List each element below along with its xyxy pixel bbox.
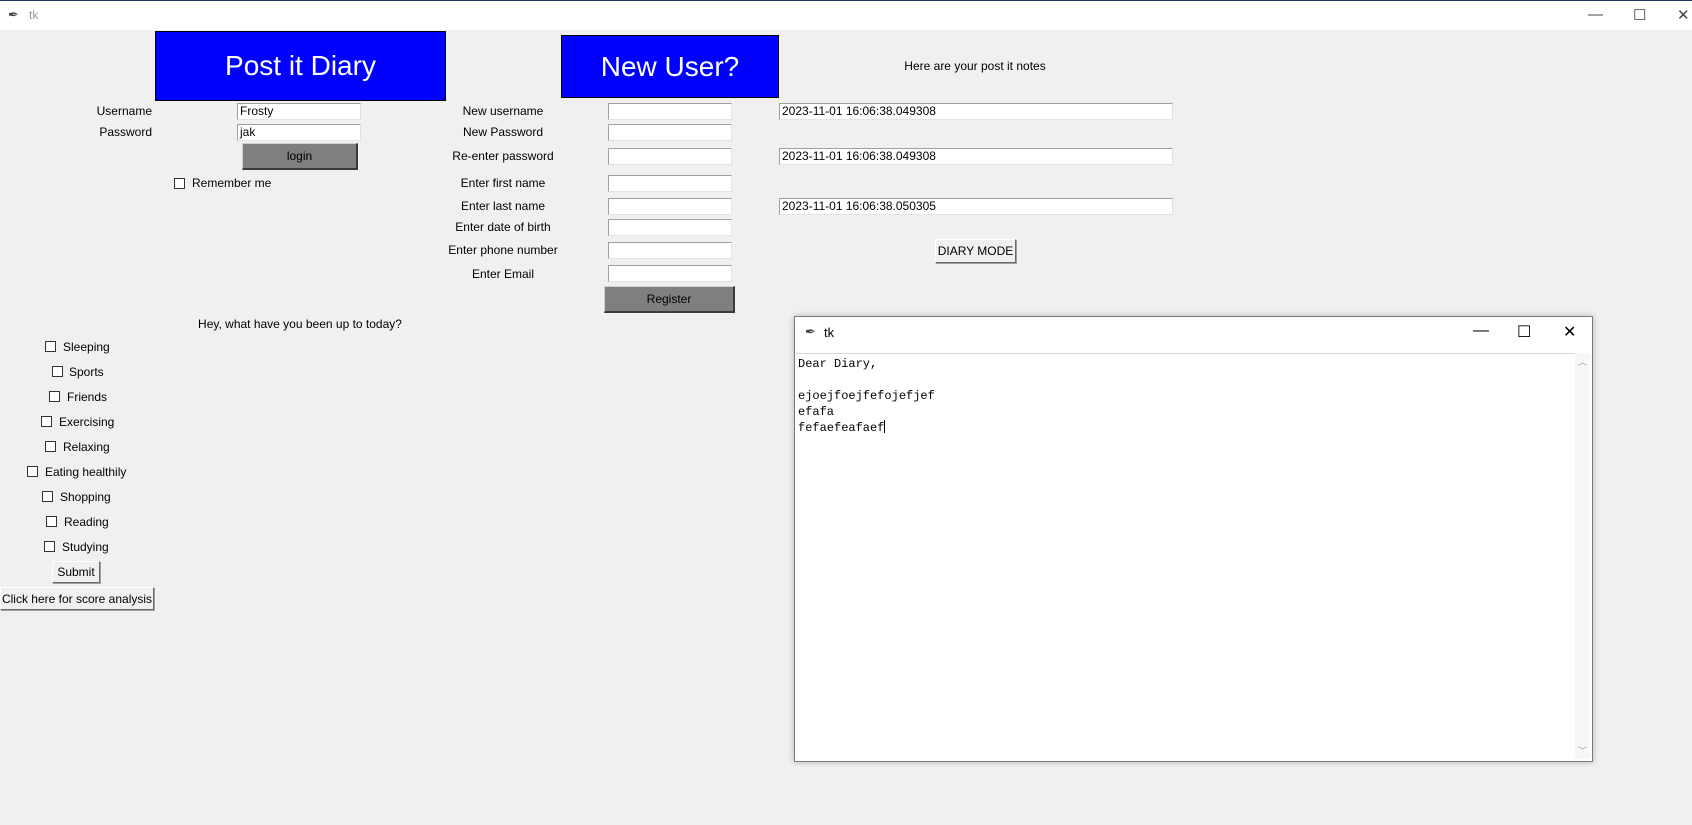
minimize-icon[interactable]: — bbox=[1588, 6, 1603, 23]
username-label: Username bbox=[96, 104, 152, 118]
eating-healthily-label: Eating healthily bbox=[45, 465, 127, 479]
diary-title-bar: ✒ tk — ☐ ✕ bbox=[795, 317, 1592, 351]
tk-feather-icon: ✒ bbox=[8, 7, 19, 22]
diary-scrollbar[interactable]: ︿ ﹀ bbox=[1575, 353, 1590, 759]
post-it-note-3[interactable]: 2023-11-01 16:06:38.050305 bbox=[779, 198, 1173, 215]
email-label: Enter Email bbox=[471, 267, 535, 281]
login-button[interactable]: login bbox=[242, 143, 358, 170]
text-cursor bbox=[884, 420, 886, 433]
diary-window-title: tk bbox=[824, 325, 835, 340]
diary-window: ✒ tk — ☐ ✕ Dear Diary, ejoejfoejfefojefj… bbox=[794, 316, 1593, 762]
sleeping-checkbox[interactable] bbox=[45, 341, 56, 352]
remember-me-label: Remember me bbox=[192, 176, 272, 190]
post-it-note-1[interactable]: 2023-11-01 16:06:38.049308 bbox=[779, 103, 1173, 120]
main-window-title: tk bbox=[29, 8, 39, 22]
shopping-checkbox[interactable] bbox=[42, 491, 53, 502]
last-name-input[interactable] bbox=[608, 198, 732, 215]
reenter-password-label: Re-enter password bbox=[452, 149, 554, 163]
relaxing-checkbox[interactable] bbox=[45, 441, 56, 452]
diary-mode-button[interactable]: DIARY MODE bbox=[935, 239, 1016, 263]
relaxing-label: Relaxing bbox=[63, 440, 110, 454]
exercising-checkbox[interactable] bbox=[41, 416, 52, 427]
remember-me-checkbox[interactable] bbox=[174, 178, 185, 189]
register-button[interactable]: Register bbox=[604, 286, 735, 313]
reading-label: Reading bbox=[64, 515, 109, 529]
reenter-password-input[interactable] bbox=[608, 148, 732, 165]
password-label: Password bbox=[99, 125, 152, 139]
first-name-label: Enter first name bbox=[460, 176, 546, 190]
new-password-label: New Password bbox=[462, 125, 544, 139]
scroll-up-icon[interactable]: ︿ bbox=[1578, 355, 1587, 368]
new-username-label: New username bbox=[462, 104, 544, 118]
friends-label: Friends bbox=[67, 390, 108, 404]
friends-checkbox[interactable] bbox=[49, 391, 60, 402]
main-title-bar: ✒ tk — ☐ ✕ bbox=[0, 0, 1692, 30]
email-input[interactable] bbox=[608, 265, 732, 282]
exercising-label: Exercising bbox=[59, 415, 115, 429]
post-it-diary-button[interactable]: Post it Diary bbox=[155, 31, 446, 101]
diary-text-area[interactable]: Dear Diary, ejoejfoejfefojefjef efafa fe… bbox=[796, 353, 1574, 759]
first-name-input[interactable] bbox=[608, 175, 732, 192]
phone-number-label: Enter phone number bbox=[448, 243, 558, 257]
score-analysis-button[interactable]: Click here for score analysis bbox=[0, 587, 154, 610]
diary-text: Dear Diary, ejoejfoejfefojefjef efafa fe… bbox=[798, 357, 935, 435]
activities-question: Hey, what have you been up to today? bbox=[198, 317, 402, 331]
sports-checkbox[interactable] bbox=[52, 366, 63, 377]
studying-label: Studying bbox=[62, 540, 109, 554]
maximize-icon[interactable]: ☐ bbox=[1633, 6, 1646, 24]
sleeping-label: Sleeping bbox=[63, 340, 110, 354]
reading-checkbox[interactable] bbox=[46, 516, 57, 527]
submit-button[interactable]: Submit bbox=[52, 561, 100, 583]
post-it-note-2[interactable]: 2023-11-01 16:06:38.049308 bbox=[779, 148, 1173, 165]
new-user-button[interactable]: New User? bbox=[561, 35, 779, 98]
new-password-input[interactable] bbox=[608, 124, 732, 141]
maximize-icon[interactable]: ☐ bbox=[1517, 322, 1531, 342]
close-icon[interactable]: ✕ bbox=[1677, 6, 1690, 24]
tk-feather-icon: ✒ bbox=[805, 324, 816, 339]
username-input[interactable]: Frosty bbox=[237, 103, 361, 120]
shopping-label: Shopping bbox=[60, 490, 111, 504]
password-input[interactable]: jak bbox=[237, 124, 361, 141]
date-of-birth-input[interactable] bbox=[608, 219, 732, 236]
last-name-label: Enter last name bbox=[460, 199, 546, 213]
date-of-birth-label: Enter date of birth bbox=[455, 220, 551, 234]
new-username-input[interactable] bbox=[608, 103, 732, 120]
eating-healthily-checkbox[interactable] bbox=[27, 466, 38, 477]
phone-number-input[interactable] bbox=[608, 242, 732, 259]
studying-checkbox[interactable] bbox=[44, 541, 55, 552]
sports-label: Sports bbox=[69, 365, 104, 379]
close-icon[interactable]: ✕ bbox=[1563, 322, 1576, 342]
notes-heading: Here are your post it notes bbox=[904, 59, 1046, 73]
scroll-down-icon[interactable]: ﹀ bbox=[1578, 744, 1587, 757]
minimize-icon[interactable]: — bbox=[1473, 322, 1489, 340]
